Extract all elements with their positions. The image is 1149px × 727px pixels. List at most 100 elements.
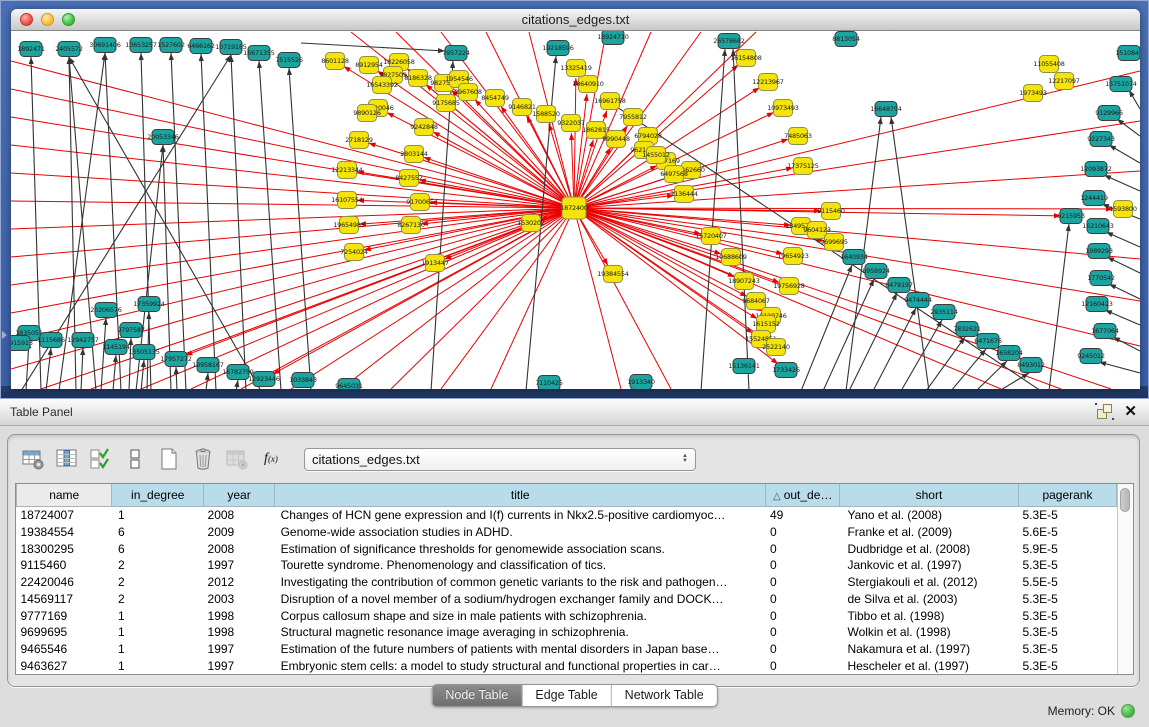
graph-node[interactable]: 2935114 xyxy=(930,305,958,320)
column-header-short[interactable]: short xyxy=(839,484,1018,506)
zoom-window-button[interactable] xyxy=(62,13,75,26)
graph-node[interactable]: 1913340 xyxy=(627,375,655,390)
graph-node[interactable]: 2718129 xyxy=(345,132,373,149)
graph-node[interactable]: 12942757 xyxy=(67,333,99,348)
column-header-name[interactable]: name xyxy=(17,484,112,506)
vertical-scrollbar[interactable] xyxy=(1117,484,1133,674)
graph-node[interactable]: 1989293 xyxy=(1085,244,1113,259)
graph-node[interactable]: 7254024 xyxy=(340,244,368,261)
graph-node[interactable]: 9129966 xyxy=(1095,106,1123,121)
graph-node[interactable]: 2136444 xyxy=(670,186,698,203)
table-row[interactable]: 969969511998Structural magnetic resonanc… xyxy=(17,624,1117,641)
graph-node[interactable]: 15751074 xyxy=(1105,77,1137,92)
graph-node[interactable]: 1145194 xyxy=(102,340,130,355)
graph-node[interactable]: 7832621 xyxy=(953,322,981,337)
graph-node[interactable]: 9245012 xyxy=(1077,349,1105,364)
graph-node[interactable]: 8471676 xyxy=(974,334,1002,349)
graph-node[interactable]: 30691406 xyxy=(89,38,121,53)
graph-node[interactable]: 16107554 xyxy=(331,192,363,209)
graph-node[interactable]: 2405572 xyxy=(55,42,83,57)
graph-node[interactable]: 8427552 xyxy=(395,170,423,187)
graph-node[interactable]: 17359924 xyxy=(133,297,165,312)
graph-node[interactable]: 9175685 xyxy=(432,95,460,112)
graph-node[interactable]: 9699695 xyxy=(820,234,848,251)
select-all-columns-icon[interactable] xyxy=(88,446,114,472)
close-panel-icon[interactable]: ✕ xyxy=(1124,404,1137,419)
graph-node[interactable]: 6466162 xyxy=(187,39,215,54)
graph-node[interactable]: 6497568 xyxy=(660,166,688,183)
graph-node[interactable]: 1658204 xyxy=(995,346,1023,361)
delete-column-icon[interactable] xyxy=(190,446,216,472)
column-header-in_degree[interactable]: in_degree xyxy=(112,484,204,506)
splitter-collapse-handle[interactable] xyxy=(2,331,7,339)
table-row[interactable]: 1938455462009Genome-wide association stu… xyxy=(17,524,1117,541)
graph-node[interactable]: 13325419 xyxy=(560,60,592,77)
graph-node[interactable]: 13505135 xyxy=(128,345,160,360)
graph-node[interactable]: 1770542 xyxy=(1087,271,1115,286)
graph-node[interactable]: 8493012 xyxy=(1017,358,1045,373)
graph-node[interactable]: 7515526 xyxy=(275,53,303,68)
graph-node[interactable]: 12160423 xyxy=(1081,297,1113,312)
column-header-title[interactable]: title xyxy=(275,484,766,506)
table-row[interactable]: 977716911998Corpus callosum shape and si… xyxy=(17,607,1117,624)
minimize-window-button[interactable] xyxy=(41,13,54,26)
graph-node[interactable]: 1892471 xyxy=(17,42,45,57)
graph-node[interactable]: 9170065 xyxy=(406,194,434,211)
graph-node[interactable]: 1733426 xyxy=(772,363,800,378)
column-header-year[interactable]: year xyxy=(204,484,275,506)
graph-node[interactable]: 18924710 xyxy=(597,31,629,45)
tab-network-table[interactable]: Network Table xyxy=(611,685,717,706)
graph-node[interactable]: 1510847 xyxy=(1115,46,1140,61)
graph-node[interactable]: 9890126 xyxy=(353,105,381,122)
table-row[interactable]: 1872400712008Changes of HCN gene express… xyxy=(17,506,1117,523)
graph-node[interactable]: 16961758 xyxy=(594,93,626,110)
graph-node[interactable]: 8958924 xyxy=(862,264,890,279)
graph-node[interactable]: 8813054 xyxy=(832,32,860,47)
graph-node[interactable]: 9684067 xyxy=(742,293,770,310)
graph-node[interactable]: 12093872 xyxy=(1080,162,1112,177)
graph-node[interactable]: 12213344 xyxy=(331,162,363,179)
graph-node[interactable]: 7485063 xyxy=(784,128,812,145)
import-table-icon[interactable] xyxy=(224,446,250,472)
graph-node[interactable]: 10719185 xyxy=(215,40,247,55)
table-row[interactable]: 1830029562008Estimation of significance … xyxy=(17,540,1117,557)
tab-edge-table[interactable]: Edge Table xyxy=(521,685,610,706)
graph-node[interactable]: 7957224 xyxy=(442,46,470,61)
close-window-button[interactable] xyxy=(20,13,33,26)
graph-node[interactable]: 9227343 xyxy=(1087,132,1115,147)
graph-node[interactable]: 1530202 xyxy=(517,215,545,232)
graph-node[interactable]: 9215953 xyxy=(1057,209,1085,224)
graph-node[interactable]: 1527602 xyxy=(157,38,185,53)
graph-node[interactable]: 1588520 xyxy=(532,106,560,123)
column-header-out_de[interactable]: △out_de… xyxy=(766,484,840,506)
graph-node[interactable]: 9242848 xyxy=(410,119,438,136)
graph-node[interactable]: 9797587 xyxy=(117,323,145,338)
create-column-icon[interactable] xyxy=(156,446,182,472)
tab-node-table[interactable]: Node Table xyxy=(432,685,521,706)
graph-node[interactable]: 1033843 xyxy=(289,373,317,388)
graph-node[interactable]: 9645031 xyxy=(335,379,363,390)
table-mode-icon[interactable] xyxy=(20,446,46,472)
graph-node[interactable]: 7955812 xyxy=(619,109,647,126)
graph-node[interactable]: 1455012 xyxy=(642,147,670,164)
table-row[interactable]: 911546021997Tourette syndrome. Phenomeno… xyxy=(17,557,1117,574)
graph-node[interactable]: 19958167 xyxy=(192,358,224,373)
graph-node[interactable]: 16648794 xyxy=(870,102,902,117)
graph-node[interactable]: 16671355 xyxy=(243,46,275,61)
graph-node[interactable]: 9322037 xyxy=(557,115,585,132)
table-selector-dropdown[interactable]: citations_edges.txt ▲▼ xyxy=(304,448,696,471)
graph-node[interactable]: 15720407 xyxy=(695,228,727,245)
graph-node[interactable]: 15136141 xyxy=(728,359,760,374)
graph-node[interactable]: 1593800 xyxy=(1109,201,1137,218)
graph-node[interactable]: 17375125 xyxy=(787,158,819,175)
graph-node[interactable]: 2522140 xyxy=(762,339,790,356)
show-columns-icon[interactable] xyxy=(54,446,80,472)
graph-node[interactable]: 19218596 xyxy=(542,41,574,56)
graph-node[interactable]: 8454749 xyxy=(481,90,509,107)
graph-node[interactable]: 1640934 xyxy=(840,250,868,265)
graph-node[interactable]: 17957272 xyxy=(160,352,192,367)
graph-node[interactable]: 8186328 xyxy=(404,70,432,87)
graph-node[interactable]: 12923446 xyxy=(248,372,280,387)
graph-node[interactable]: 1913447 xyxy=(421,255,449,272)
graph-node[interactable]: 1244419 xyxy=(1080,191,1108,206)
